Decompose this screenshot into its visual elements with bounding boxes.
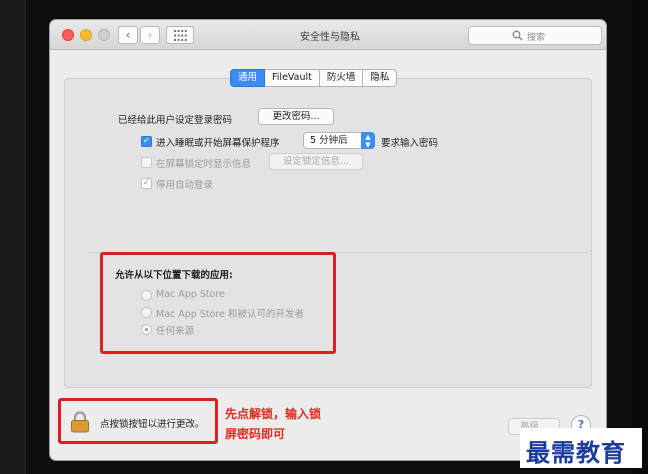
annotation-line-2: 屏密码即可: [225, 427, 286, 441]
updown-chevron-icon: ▲ ▼: [361, 132, 375, 149]
set-lock-message-button[interactable]: 设定锁定信息...: [269, 153, 363, 170]
show-all-button[interactable]: [166, 26, 194, 44]
watermark-logo: 最需教育: [520, 428, 642, 468]
tab-general[interactable]: 通用: [230, 69, 266, 87]
back-button[interactable]: ‹: [118, 26, 138, 44]
disable-auto-login-checkbox[interactable]: ✓: [141, 178, 152, 189]
lock-highlight: [58, 398, 218, 444]
annotation-line-1: 先点解锁，输入锁: [225, 407, 322, 421]
download-section-highlight: [100, 252, 336, 354]
change-password-button[interactable]: 更改密码...: [258, 108, 334, 125]
password-set-label: 已经给此用户设定登录密码: [118, 115, 233, 126]
require-password-label: 进入睡眠或开始屏幕保护程序: [156, 138, 280, 149]
checkmark-icon: ✓: [142, 136, 151, 146]
search-placeholder: 搜索: [527, 33, 546, 43]
show-message-label: 在屏幕锁定时显示信息: [156, 159, 252, 170]
password-delay-value: 5 分钟后: [310, 135, 348, 146]
preferences-window: ‹ › 安全性与隐私 搜索 通用 FileVault 防火墙 隐私 已经给此用户…: [50, 20, 606, 460]
search-icon: [512, 30, 523, 41]
require-password-suffix: 要求输入密码: [381, 138, 439, 149]
background-left-strip: [0, 0, 26, 474]
window-title: 安全性与隐私: [300, 32, 360, 43]
annotation-text: 先点解锁，输入锁 屏密码即可: [225, 404, 365, 444]
forward-button[interactable]: ›: [140, 26, 160, 44]
tab-firewall[interactable]: 防火墙: [319, 69, 364, 87]
disable-auto-login-label: 停用自动登录: [156, 180, 214, 191]
password-delay-select[interactable]: 5 分钟后 ▲ ▼: [303, 132, 375, 149]
zoom-window-button[interactable]: [98, 29, 110, 41]
search-field[interactable]: 搜索: [468, 26, 602, 45]
tab-filevault[interactable]: FileVault: [265, 69, 320, 87]
chevron-left-icon: ‹: [125, 28, 131, 42]
background-right-strip: [632, 0, 648, 474]
minimize-window-button[interactable]: [80, 29, 92, 41]
tab-bar: 通用 FileVault 防火墙 隐私: [230, 69, 398, 87]
checkmark-icon: ✓: [142, 178, 151, 188]
grid-icon: [174, 30, 187, 41]
chevron-right-icon: ›: [147, 28, 153, 42]
require-password-checkbox[interactable]: ✓: [141, 136, 152, 147]
show-message-checkbox[interactable]: [141, 157, 152, 168]
watermark-text: 最需教育: [526, 438, 626, 467]
tab-privacy[interactable]: 隐私: [363, 69, 398, 87]
close-window-button[interactable]: [62, 29, 74, 41]
title-bar: ‹ › 安全性与隐私 搜索: [50, 20, 606, 50]
